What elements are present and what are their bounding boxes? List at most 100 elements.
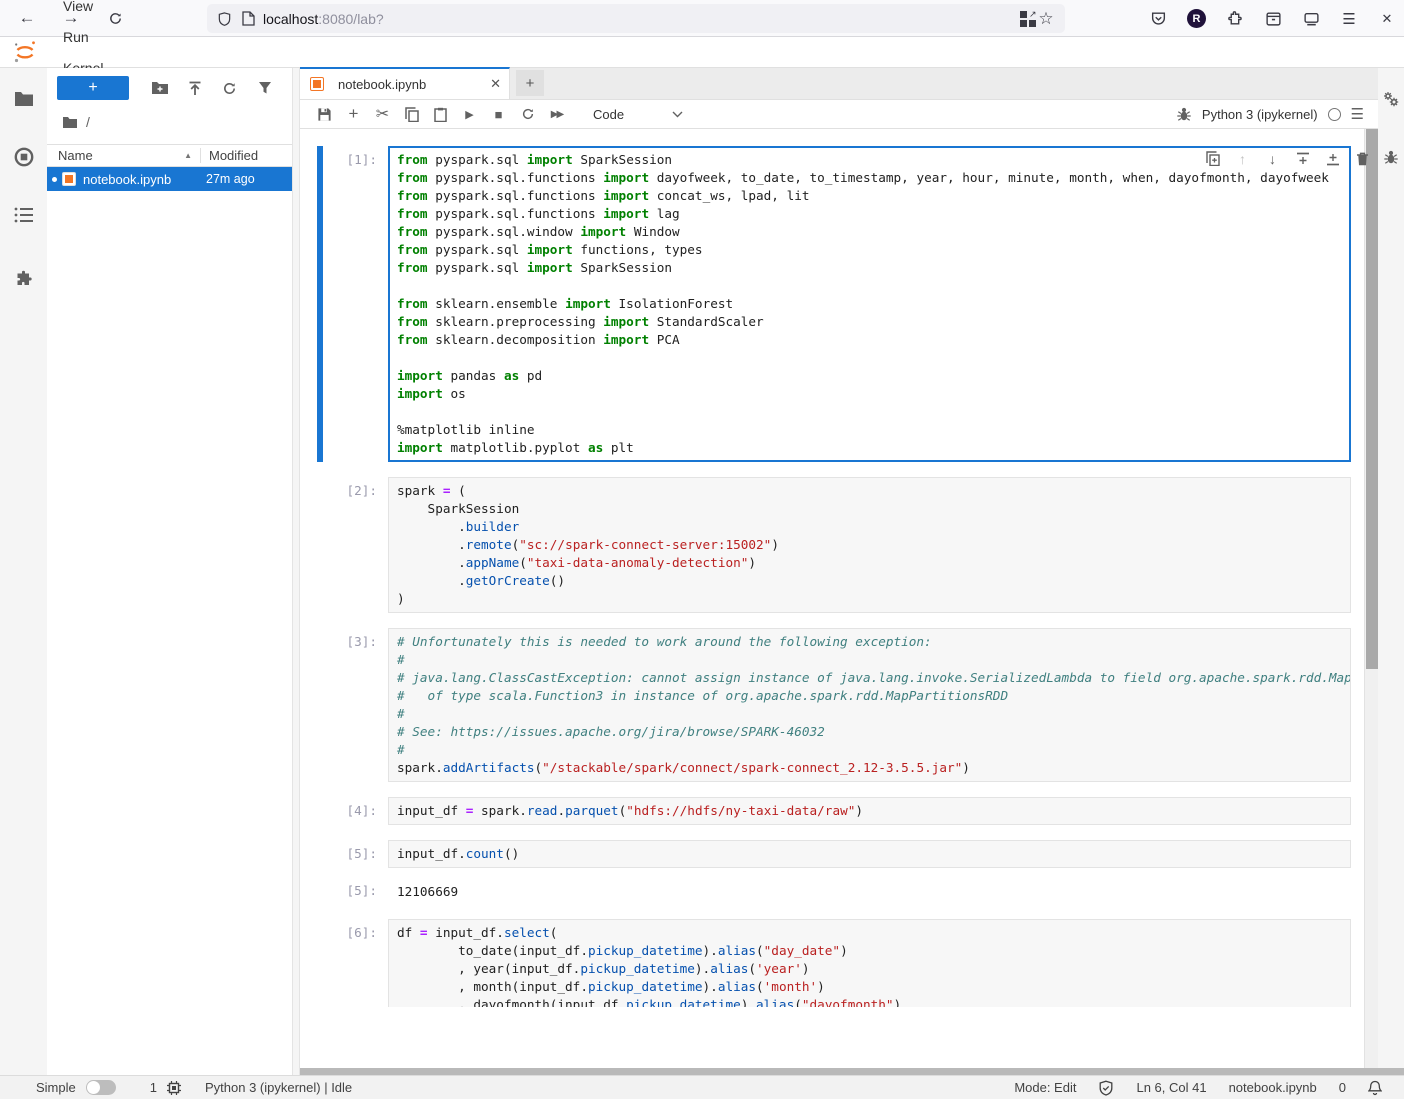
new-tab-button[interactable]: + xyxy=(516,70,544,96)
property-inspector-tab-icon[interactable] xyxy=(1378,76,1404,122)
cell-collapser[interactable] xyxy=(317,919,323,1007)
cell-collapser[interactable] xyxy=(317,146,323,462)
notebook-panel: notebook.ipynb ✕ + + ✂ ▶ ■ ▶▶ Code xyxy=(300,68,1378,1075)
insert-cell-below-icon[interactable] xyxy=(1325,151,1340,166)
stop-kernel-icon[interactable]: ■ xyxy=(484,102,513,127)
sort-ascending-icon[interactable]: ▲ xyxy=(184,151,192,160)
paste-cells-icon[interactable] xyxy=(426,102,455,127)
back-icon[interactable]: ← xyxy=(12,4,42,32)
cut-cells-icon[interactable]: ✂ xyxy=(368,102,397,127)
trusted-shield-icon[interactable] xyxy=(1098,1080,1114,1096)
url-text[interactable]: localhost:8080/lab? xyxy=(263,11,384,27)
cell-type-dropdown[interactable]: Code xyxy=(593,107,683,122)
file-browser-tab-icon[interactable] xyxy=(0,76,47,122)
cell-editor[interactable]: input_df = spark.read.parquet("hdfs://hd… xyxy=(388,797,1351,825)
bell-icon[interactable] xyxy=(1368,1080,1382,1096)
toolbar-overflow-icon[interactable]: ☰ xyxy=(1351,105,1364,123)
url-bar[interactable]: localhost:8080/lab? ↗ ☆ xyxy=(207,4,1065,33)
extensions-icon[interactable] xyxy=(1226,10,1244,28)
file-row[interactable]: notebook.ipynb27m ago xyxy=(47,167,292,191)
code-cell[interactable]: [3]:# Unfortunately this is needed to wo… xyxy=(300,628,1378,782)
refresh-icon[interactable] xyxy=(213,76,248,100)
running-kernels-tab-icon[interactable] xyxy=(0,134,47,180)
menu-run[interactable]: Run xyxy=(50,21,127,52)
kernel-name-label[interactable]: Python 3 (ipykernel) xyxy=(1202,107,1318,122)
code-cell[interactable]: [6]:df = input_df.select( to_date(input_… xyxy=(300,919,1378,1007)
duplicate-cell-icon[interactable] xyxy=(1205,151,1220,166)
vertical-scrollbar[interactable] xyxy=(1364,129,1378,1068)
running-kernel-dot xyxy=(52,177,57,182)
archive-icon[interactable] xyxy=(1264,10,1282,28)
kernel-sessions-icon[interactable] xyxy=(167,1081,181,1095)
scrollbar-thumb[interactable] xyxy=(1366,129,1378,669)
mode-indicator[interactable]: Mode: Edit xyxy=(1014,1080,1076,1095)
input-prompt: [3]: xyxy=(300,628,388,782)
new-folder-icon[interactable] xyxy=(143,76,178,100)
upload-icon[interactable] xyxy=(178,76,213,100)
cell-toolbar: ↑↓ xyxy=(1205,151,1370,166)
cell-collapser[interactable] xyxy=(317,840,323,868)
folder-icon xyxy=(62,116,78,129)
account-avatar[interactable]: R xyxy=(1187,9,1206,28)
tab-close-icon[interactable]: ✕ xyxy=(490,76,501,92)
dock-tab-bar: notebook.ipynb ✕ + xyxy=(300,68,1378,100)
restart-kernel-icon[interactable] xyxy=(513,102,542,127)
cell-collapser[interactable] xyxy=(317,797,323,825)
cursor-position[interactable]: Ln 6, Col 41 xyxy=(1136,1080,1206,1095)
notification-count[interactable]: 0 xyxy=(1339,1080,1346,1095)
cell-output: [5]:12106669 xyxy=(300,883,1378,901)
column-name-label[interactable]: Name xyxy=(58,148,93,163)
kernel-status-label[interactable]: Python 3 (ipykernel) | Idle xyxy=(205,1080,352,1095)
table-of-contents-tab-icon[interactable] xyxy=(0,192,47,238)
cell-editor[interactable]: input_df.count() xyxy=(388,840,1351,868)
filter-icon[interactable] xyxy=(247,76,282,100)
cell-editor[interactable]: df = input_df.select( to_date(input_df.p… xyxy=(388,919,1351,1007)
panel-resize-handle[interactable] xyxy=(292,68,300,1075)
copy-cells-icon[interactable] xyxy=(397,102,426,127)
notebook-tab[interactable]: notebook.ipynb ✕ xyxy=(300,67,510,99)
containers-grid-icon[interactable]: ↗ xyxy=(1019,10,1037,28)
extensions-manager-tab-icon[interactable] xyxy=(0,256,47,302)
sidebar-panel-icon[interactable] xyxy=(1302,10,1320,28)
shield-icon[interactable] xyxy=(217,11,232,27)
code-cell[interactable]: [4]:input_df = spark.read.parquet("hdfs:… xyxy=(300,797,1378,825)
simple-mode-toggle[interactable] xyxy=(86,1080,116,1095)
kernel-count[interactable]: 1 xyxy=(150,1080,157,1095)
hamburger-menu-icon[interactable]: ☰ xyxy=(1340,10,1358,28)
breadcrumb-root[interactable]: / xyxy=(86,114,90,130)
file-modified: 27m ago xyxy=(206,172,292,186)
restart-run-all-icon[interactable]: ▶▶ xyxy=(542,102,571,127)
column-modified-label[interactable]: Modified xyxy=(200,148,292,163)
move-cell-up-icon[interactable]: ↑ xyxy=(1235,151,1250,166)
run-cell-icon[interactable]: ▶ xyxy=(455,102,484,127)
input-prompt: [1]: xyxy=(300,146,388,462)
code-cell[interactable]: ↑↓[1]:from pyspark.sql import SparkSessi… xyxy=(300,146,1378,462)
left-activity-bar xyxy=(0,68,47,1075)
input-prompt: [6]: xyxy=(300,919,388,1007)
cell-editor[interactable]: from pyspark.sql import SparkSessionfrom… xyxy=(388,146,1351,462)
cell-collapser[interactable] xyxy=(317,628,323,782)
code-cell[interactable]: [2]:spark = ( SparkSession .builder .rem… xyxy=(300,477,1378,613)
move-cell-down-icon[interactable]: ↓ xyxy=(1265,151,1280,166)
new-launcher-button[interactable]: + xyxy=(57,76,129,100)
cell-editor[interactable]: spark = ( SparkSession .builder .remote(… xyxy=(388,477,1351,613)
cell-collapser[interactable] xyxy=(317,477,323,613)
breadcrumb[interactable]: / xyxy=(47,108,292,136)
insert-cell-above-icon[interactable] xyxy=(1295,151,1310,166)
delete-cell-icon[interactable] xyxy=(1355,151,1370,166)
cell-editor[interactable]: # Unfortunately this is needed to work a… xyxy=(388,628,1351,782)
bookmark-star-icon[interactable]: ☆ xyxy=(1037,10,1055,28)
insert-cell-icon[interactable]: + xyxy=(339,102,368,127)
page-icon[interactable] xyxy=(242,11,255,26)
menu-view[interactable]: View xyxy=(50,0,127,21)
horizontal-scrollbar[interactable] xyxy=(300,1068,1404,1075)
notebook-toolbar: + ✂ ▶ ■ ▶▶ Code Python 3 (ipykernel) ☰ xyxy=(300,100,1378,129)
debugger-tab-icon[interactable] xyxy=(1378,134,1404,180)
statusbar-filename[interactable]: notebook.ipynb xyxy=(1229,1080,1317,1095)
debugger-bug-icon[interactable] xyxy=(1176,106,1192,122)
kernel-status-icon[interactable] xyxy=(1328,108,1341,121)
code-cell[interactable]: [5]:input_df.count() xyxy=(300,840,1378,868)
pocket-icon[interactable] xyxy=(1149,10,1167,28)
save-icon[interactable] xyxy=(310,102,339,127)
close-icon[interactable]: ✕ xyxy=(1378,10,1396,28)
